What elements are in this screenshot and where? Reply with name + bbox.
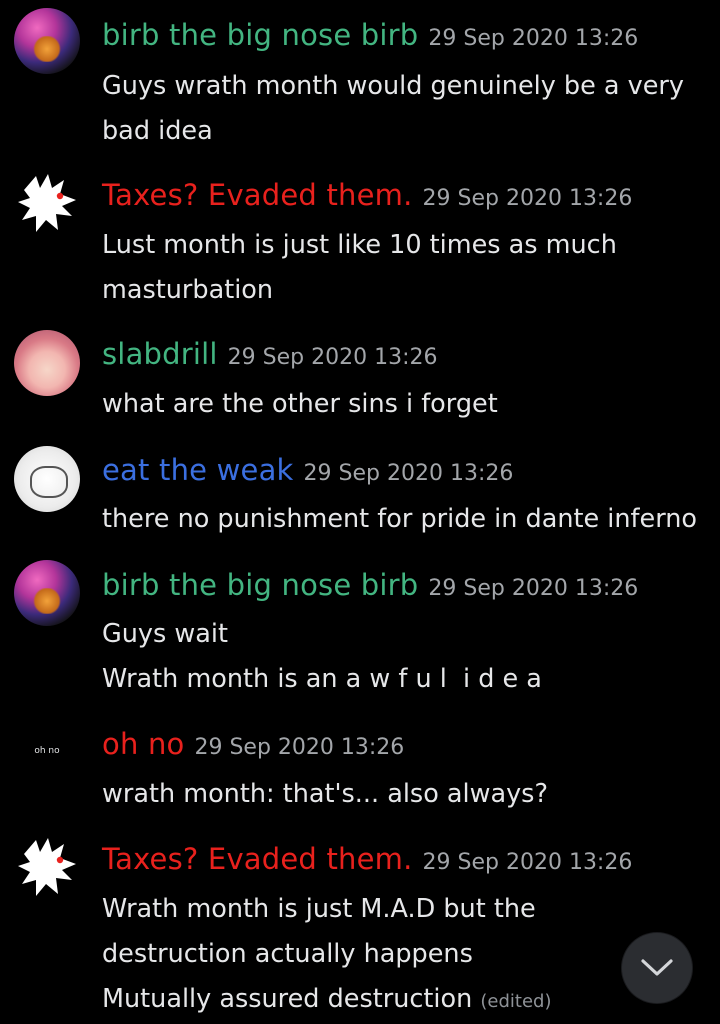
author-name[interactable]: oh no [102,727,184,761]
timestamp: 29 Sep 2020 13:26 [227,345,438,370]
timestamp: 29 Sep 2020 13:26 [422,850,633,875]
author-name[interactable]: birb the big nose birb [102,568,418,602]
white-creature-avatar-icon[interactable] [14,834,80,900]
message-line: there no punishment for pride in dante i… [102,504,698,534]
chevron-down-icon [641,959,673,976]
message-line: Guys wrath month would genuinely be a ve… [102,71,684,101]
author-name[interactable]: Taxes? Evaded them. [102,842,413,876]
author-name[interactable]: birb the big nose birb [102,18,418,52]
sketch-avatar-icon[interactable] [14,446,80,512]
message-line: bad idea [102,116,213,146]
message-line: what are the other sins i forget [102,389,498,419]
message-line: Guys wait [102,619,228,649]
timestamp: 29 Sep 2020 13:26 [428,26,639,51]
message-line: Wrath month is an a w f u l i d e a [102,664,542,694]
timestamp: 29 Sep 2020 13:26 [422,186,633,211]
message-line: Wrath month is just M.A.D but the [102,894,536,924]
timestamp: 29 Sep 2020 13:26 [194,735,405,760]
author-name[interactable]: Taxes? Evaded them. [102,178,413,212]
white-creature-avatar-icon[interactable] [14,170,80,236]
message-line: Lust month is just like 10 times as much [102,230,617,260]
scroll-to-bottom-button[interactable] [622,933,692,1003]
birb-avatar-icon[interactable] [14,560,80,626]
author-name[interactable]: eat the weak [102,453,294,487]
edited-label: (edited) [480,991,552,1012]
message-text: Mutually assured destruction [102,984,473,1014]
oh-no-avatar[interactable]: oh no [14,718,80,784]
birb-avatar-icon[interactable] [14,8,80,74]
message-line: wrath month: that's... also always? [102,779,549,809]
author-name[interactable]: slabdrill [102,337,218,371]
message-line: masturbation [102,275,274,305]
message-line: destruction actually happens [102,939,473,969]
message-line: Mutually assured destruction (edited) [102,977,702,1024]
timestamp: 29 Sep 2020 13:26 [428,576,639,601]
timestamp: 29 Sep 2020 13:26 [303,461,514,486]
anime-girl-avatar-icon[interactable] [14,330,80,396]
